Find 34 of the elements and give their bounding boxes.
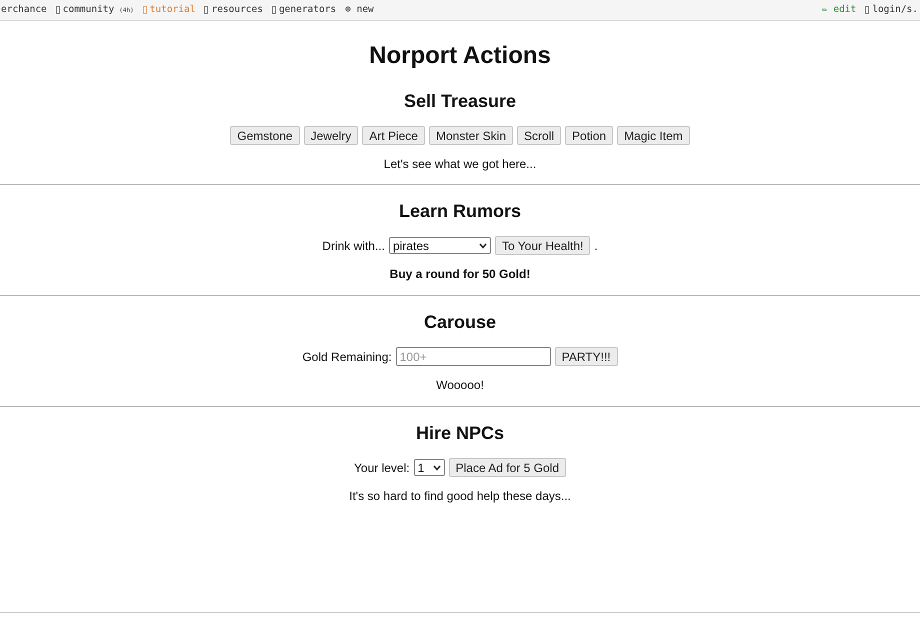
nav-link[interactable]: ⊕ new: [345, 2, 374, 18]
dropdown[interactable]: 1: [414, 459, 445, 476]
status-text: It's so hard to find good help these days...: [349, 488, 571, 505]
nav-link[interactable]: resources: [204, 2, 263, 18]
label-text: Your level:: [354, 460, 410, 476]
action-button[interactable]: Potion: [565, 126, 614, 145]
nav-link[interactable]: ✏ edit: [822, 2, 856, 18]
action-button[interactable]: Magic Item: [617, 126, 690, 145]
action-button[interactable]: Gemstone: [230, 126, 300, 145]
action-button[interactable]: To Your Health!: [494, 236, 590, 255]
action-button[interactable]: PARTY!!!: [554, 347, 618, 366]
section-heading: Learn Rumors: [398, 200, 522, 223]
nav-link[interactable]: login/s.: [865, 2, 918, 18]
status-text: Buy a round for 50 Gold!: [390, 266, 530, 283]
action-button[interactable]: Scroll: [517, 126, 562, 145]
input-field[interactable]: 100+: [396, 347, 551, 366]
chevron-icon: [478, 242, 487, 248]
dropdown[interactable]: pirates: [388, 237, 491, 254]
label-text: Drink with...: [322, 238, 385, 254]
nav-link[interactable]: generators: [272, 2, 336, 18]
section-heading: Carouse: [424, 311, 496, 334]
status-text: Wooooo!: [436, 377, 484, 394]
action-button[interactable]: Jewelry: [304, 126, 358, 145]
label-text: Gold Remaining:: [302, 348, 392, 366]
action-button[interactable]: Monster Skin: [428, 126, 514, 145]
section-heading: Sell Treasure: [404, 90, 516, 113]
label-text: .: [594, 238, 598, 254]
nav-link[interactable]: erchance: [1, 2, 47, 18]
action-button[interactable]: Art Piece: [362, 126, 425, 145]
section-heading: Hire NPCs: [416, 422, 504, 445]
action-button[interactable]: Place Ad for 5 Gold: [448, 458, 566, 477]
page-title: Norport Actions: [369, 41, 551, 71]
status-text: Let's see what we got here...: [384, 156, 536, 173]
chevron-icon: [432, 464, 441, 470]
